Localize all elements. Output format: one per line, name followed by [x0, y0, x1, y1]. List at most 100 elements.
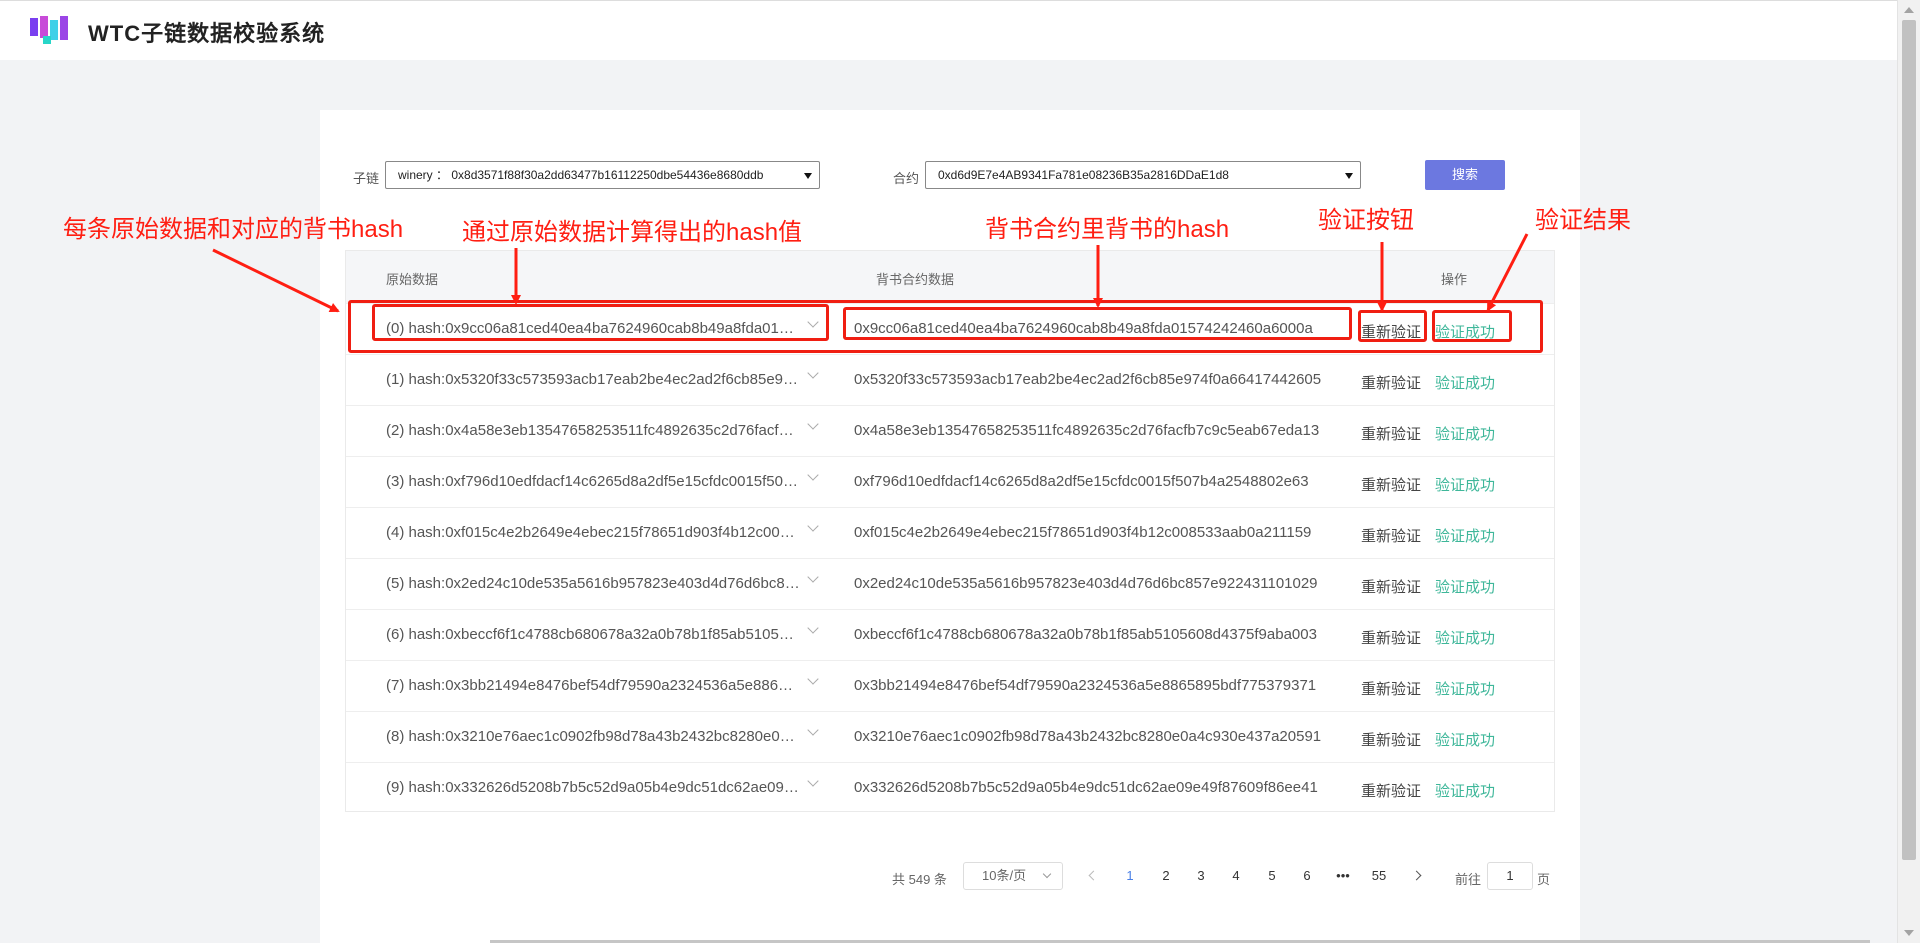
goto-suffix: 页	[1537, 872, 1551, 887]
table-header: 原始数据 背书合约数据 操作	[346, 251, 1554, 303]
reverify-button[interactable]: 重新验证	[1361, 627, 1421, 648]
chain-select[interactable]: winery ： 0x8d3571f88f30a2dd63477b1611225…	[385, 161, 820, 189]
reverify-button[interactable]: 重新验证	[1361, 729, 1421, 750]
table-row: (5) hash:0x2ed24c10de535a5616b957823e403…	[346, 558, 1554, 609]
table-row: (8) hash:0x3210e76aec1c0902fb98d78a43b24…	[346, 711, 1554, 762]
table-row: (2) hash:0x4a58e3eb13547658253511fc48926…	[346, 405, 1554, 456]
contract-select-value: 0xd6d9E7e4AB9341Fa781e08236B35a2816DDaE1…	[938, 168, 1229, 182]
reverify-button[interactable]: 重新验证	[1361, 780, 1421, 801]
reverify-button[interactable]: 重新验证	[1361, 474, 1421, 495]
page-ellipsis[interactable]: •••	[1331, 868, 1355, 883]
chevron-down-icon	[1042, 869, 1052, 879]
header-raw-data: 原始数据	[386, 272, 439, 287]
endorse-data-cell: 0x2ed24c10de535a5616b957823e403d4d76d6bc…	[854, 575, 1318, 592]
raw-data-cell: (1) hash:0x5320f33c573593acb17eab2be4ec2…	[386, 371, 801, 388]
chevron-down-icon[interactable]	[807, 622, 819, 634]
raw-data-cell: (5) hash:0x2ed24c10de535a5616b957823e403…	[386, 575, 801, 592]
page-number[interactable]: 55	[1367, 868, 1391, 883]
endorse-data-cell: 0x4a58e3eb13547658253511fc4892635c2d76fa…	[854, 422, 1320, 439]
chain-label: 子链	[353, 171, 380, 186]
highlight-raw-box	[372, 304, 829, 341]
endorse-data-cell: 0xf796d10edfdacf14c6265d8a2df5e15cfdc001…	[854, 473, 1309, 490]
chevron-down-icon[interactable]	[807, 418, 819, 430]
chevron-down-icon[interactable]	[807, 571, 819, 583]
chevron-down-icon[interactable]	[807, 775, 819, 787]
annotation-verify-button: 验证按钮	[1318, 207, 1414, 234]
verify-result-status: 验证成功	[1435, 783, 1496, 800]
total-count: 共 549 条	[892, 872, 947, 887]
prev-page-icon[interactable]	[1088, 870, 1099, 881]
verify-result-status: 验证成功	[1435, 732, 1496, 749]
chevron-down-icon[interactable]	[807, 367, 819, 379]
annotation-verify-result: 验证结果	[1535, 207, 1631, 234]
annotation-computed-hash: 通过原始数据计算得出的hash值	[462, 219, 803, 246]
search-button[interactable]: 搜索	[1425, 160, 1505, 190]
page-number[interactable]: 5	[1260, 868, 1284, 883]
highlight-result-box	[1432, 310, 1512, 342]
verify-result-status: 验证成功	[1435, 375, 1496, 392]
raw-data-cell: (9) hash:0x332626d5208b7b5c52d9a05b4e9dc…	[386, 779, 801, 796]
app-title: WTC子链数据校验系统	[88, 21, 326, 46]
chevron-down-icon[interactable]	[807, 520, 819, 532]
endorse-data-cell: 0x3bb21494e8476bef54df79590a2324536a5e88…	[854, 677, 1317, 694]
pagination: 共 549 条 10条/页 1 2 3 4 5 6 ••• 55 前往 1 页	[0, 862, 1897, 892]
header-actions: 操作	[1441, 272, 1468, 287]
chevron-down-icon[interactable]	[807, 469, 819, 481]
raw-data-cell: (4) hash:0xf015c4e2b2649e4ebec215f78651d…	[386, 524, 801, 541]
horizontal-scrollbar[interactable]	[0, 938, 1897, 943]
verify-result-status: 验证成功	[1435, 528, 1496, 545]
table-row: (3) hash:0xf796d10edfdacf14c6265d8a2df5e…	[346, 456, 1554, 507]
goto-page-input[interactable]: 1	[1487, 862, 1533, 890]
table-row: (7) hash:0x3bb21494e8476bef54df79590a232…	[346, 660, 1554, 711]
scroll-up-icon[interactable]	[1904, 7, 1914, 13]
scrollbar-thumb[interactable]	[1902, 20, 1916, 860]
table-row: (9) hash:0x332626d5208b7b5c52d9a05b4e9dc…	[346, 762, 1554, 813]
reverify-button[interactable]: 重新验证	[1361, 576, 1421, 597]
scroll-down-icon[interactable]	[1904, 930, 1914, 936]
endorse-data-cell: 0xf015c4e2b2649e4ebec215f78651d903f4b12c…	[854, 524, 1312, 541]
annotation-raw-with-hash: 每条原始数据和对应的背书hash	[63, 216, 404, 243]
raw-data-cell: (6) hash:0xbeccf6f1c4788cb680678a32a0b78…	[386, 626, 801, 643]
chain-select-value: winery ： 0x8d3571f88f30a2dd63477b1611225…	[398, 168, 764, 182]
reverify-button[interactable]: 重新验证	[1361, 423, 1421, 444]
annotation-endorse-hash: 背书合约里背书的hash	[985, 216, 1230, 243]
dropdown-arrow-icon	[804, 173, 812, 179]
page-number[interactable]: 1	[1118, 868, 1142, 883]
reverify-button[interactable]: 重新验证	[1361, 372, 1421, 393]
raw-data-cell: (3) hash:0xf796d10edfdacf14c6265d8a2df5e…	[386, 473, 801, 490]
raw-data-cell: (8) hash:0x3210e76aec1c0902fb98d78a43b24…	[386, 728, 801, 745]
reverify-button[interactable]: 重新验证	[1361, 678, 1421, 699]
endorse-data-cell: 0x332626d5208b7b5c52d9a05b4e9dc51dc62ae0…	[854, 779, 1318, 796]
highlight-endorse-box	[843, 307, 1352, 340]
raw-data-cell: (2) hash:0x4a58e3eb13547658253511fc48926…	[386, 422, 801, 439]
page-number[interactable]: 2	[1154, 868, 1178, 883]
goto-label: 前往	[1455, 872, 1482, 887]
header-endorse-data: 背书合约数据	[876, 272, 955, 287]
verify-result-status: 验证成功	[1435, 681, 1496, 698]
app-logo-icon	[30, 16, 68, 44]
page-size-value: 10条/页	[982, 868, 1027, 883]
contract-label: 合约	[893, 171, 920, 186]
table-row: (1) hash:0x5320f33c573593acb17eab2be4ec2…	[346, 354, 1554, 405]
chevron-down-icon[interactable]	[807, 724, 819, 736]
contract-select[interactable]: 0xd6d9E7e4AB9341Fa781e08236B35a2816DDaE1…	[925, 161, 1361, 189]
chevron-down-icon[interactable]	[807, 673, 819, 685]
next-page-icon[interactable]	[1411, 870, 1422, 881]
verify-result-status: 验证成功	[1435, 579, 1496, 596]
verify-result-status: 验证成功	[1435, 477, 1496, 494]
reverify-button[interactable]: 重新验证	[1361, 525, 1421, 546]
table-row: (6) hash:0xbeccf6f1c4788cb680678a32a0b78…	[346, 609, 1554, 660]
verify-result-status: 验证成功	[1435, 426, 1496, 443]
dropdown-arrow-icon	[1345, 173, 1353, 179]
endorse-data-cell: 0x3210e76aec1c0902fb98d78a43b2432bc8280e…	[854, 728, 1322, 745]
vertical-scrollbar[interactable]	[1897, 0, 1920, 943]
highlight-reverify-box	[1358, 310, 1427, 342]
page-size-select[interactable]: 10条/页	[963, 862, 1063, 890]
page-number[interactable]: 4	[1224, 868, 1248, 883]
page-number[interactable]: 6	[1295, 868, 1319, 883]
raw-data-cell: (7) hash:0x3bb21494e8476bef54df79590a232…	[386, 677, 801, 694]
table-row: (4) hash:0xf015c4e2b2649e4ebec215f78651d…	[346, 507, 1554, 558]
page-number[interactable]: 3	[1189, 868, 1213, 883]
top-bar: WTC子链数据校验系统	[0, 0, 1897, 60]
verify-result-status: 验证成功	[1435, 630, 1496, 647]
